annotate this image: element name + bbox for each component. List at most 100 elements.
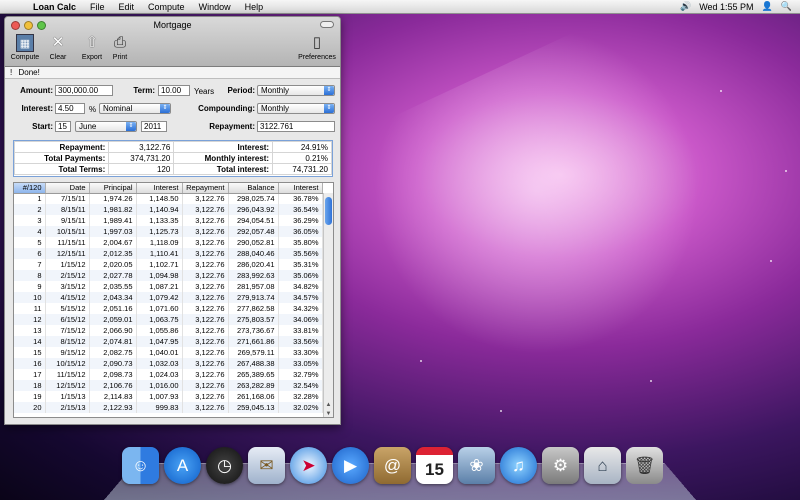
table-row[interactable]: 11 5/15/12 2,051.16 1,071.60 3,122.76 277,862… [14,303,323,314]
amount-field[interactable]: 300,000.00 [55,85,113,96]
repayment-field[interactable]: 3122.761 [257,121,335,132]
amortization-table[interactable]: #/120 Date Principal Interest Repayment Balan… [13,182,334,418]
compute-button[interactable]: ▦ Compute [8,34,42,61]
table-row[interactable]: 14 8/15/12 2,074.81 1,047.95 3,122.76 271,661… [14,336,323,347]
table-cell: 1/15/13 [45,391,90,402]
table-row[interactable]: 5 11/15/11 2,004.67 1,118.09 3,122.76 290,052… [14,237,323,248]
table-row[interactable]: 8 2/15/12 2,027.78 1,094.98 3,122.76 283,992.… [14,270,323,281]
table-cell: 3,122.76 [182,402,229,413]
loan-calc-icon[interactable]: ⌂ [584,447,621,484]
table-cell: 3,122.76 [182,204,229,215]
table-cell: 3,122.76 [182,369,229,380]
table-row[interactable]: 3 9/15/11 1,989.41 1,133.35 3,122.76 294,054.… [14,215,323,226]
table-cell: 34.57% [278,292,323,303]
summary-value: 24.91% [272,141,332,153]
table-cell: 12/15/12 [45,380,90,391]
spotlight-icon[interactable]: 🔍 [781,1,792,12]
system-preferences-icon[interactable]: ⚙ [542,447,579,484]
table-cell: 273,736.67 [228,325,279,336]
volume-icon[interactable]: 🔊 [680,1,691,12]
table-cell: 35.56% [278,248,323,259]
table-cell: 11/15/12 [45,369,90,380]
interest-type-select[interactable]: Nominal ⇕ [99,103,171,114]
menu-help[interactable]: Help [238,2,271,12]
column-header[interactable]: Principal [89,183,137,194]
column-header[interactable]: Interest [136,183,183,194]
table-cell: 296,043.92 [228,204,279,215]
column-header[interactable]: Repayment [182,183,229,194]
table-cell: 279,913.74 [228,292,279,303]
table-row[interactable]: 20 2/15/13 2,122.93 999.83 3,122.76 259,045.1… [14,402,323,413]
facetime-icon[interactable]: ▶ [332,447,369,484]
app-store-icon[interactable]: A [164,447,201,484]
print-button[interactable]: ⎙ Print [103,34,137,61]
period-select[interactable]: Monthly ⇕ [257,85,335,96]
compounding-select[interactable]: Monthly ⇕ [257,103,335,114]
table-cell: 3,122.76 [182,347,229,358]
table-row[interactable]: 10 4/15/12 2,043.34 1,079.42 3,122.76 279,913… [14,292,323,303]
start-month-select[interactable]: June ⇕ [75,121,137,132]
table-row[interactable]: 6 12/15/11 2,012.35 1,110.41 3,122.76 288,040… [14,248,323,259]
table-cell: 1,989.41 [89,215,137,226]
interest-field[interactable]: 4.50 [55,103,85,114]
mail-icon[interactable]: ✉ [248,447,285,484]
table-row[interactable]: 2 8/15/11 1,981.82 1,140.94 3,122.76 296,043.… [14,204,323,215]
table-cell: 1,125.73 [136,226,183,237]
summary-value: 3,122.76 [108,141,175,153]
table-row[interactable]: 16 10/15/12 2,090.73 1,032.03 3,122.76 267,48… [14,358,323,369]
column-header[interactable]: Interest [278,183,323,194]
printer-icon: ⎙ [113,34,126,51]
menu-file[interactable]: File [83,2,112,12]
table-cell: 3,122.76 [182,226,229,237]
table-cell: 20 [14,402,46,413]
table-cell: 14 [14,336,46,347]
clear-button[interactable]: ✕ Clear [41,34,75,61]
ical-icon[interactable]: 15 [416,447,453,484]
table-cell: 275,803.57 [228,314,279,325]
table-row[interactable]: 12 6/15/12 2,059.01 1,063.75 3,122.76 275,803… [14,314,323,325]
preferences-button[interactable]: ▯ Preferences [295,34,339,61]
table-row[interactable]: 7 1/15/12 2,020.05 1,102.71 3,122.76 286,020.… [14,259,323,270]
menu-window[interactable]: Window [192,2,238,12]
scroll-up-icon[interactable]: ▲ [324,402,333,410]
table-row[interactable]: 19 1/15/13 2,114.83 1,007.93 3,122.76 261,168… [14,391,323,402]
term-field[interactable]: 10.00 [158,85,190,96]
dashboard-icon[interactable]: ◷ [206,447,243,484]
table-row[interactable]: 9 3/15/12 2,035.55 1,087.21 3,122.76 281,957.… [14,281,323,292]
vertical-scrollbar[interactable]: ▲ ▼ [323,193,333,417]
start-day-field[interactable]: 15 [55,121,71,132]
toolbar-toggle-button[interactable] [320,21,334,28]
table-row[interactable]: 1 7/15/11 1,974.26 1,148.50 3,122.76 298,025.… [14,193,323,204]
table-cell: 3,122.76 [182,270,229,281]
table-cell: 281,957.08 [228,281,279,292]
table-cell: 3,122.76 [182,215,229,226]
menu-compute[interactable]: Compute [141,2,192,12]
summary-label: Total Payments: [13,152,110,164]
start-year-field[interactable]: 2011 [141,121,167,132]
menu-app[interactable]: Loan Calc [26,2,83,12]
itunes-icon[interactable]: ♫ [500,447,537,484]
table-row[interactable]: 17 11/15/12 2,098.73 1,024.03 3,122.76 265,38… [14,369,323,380]
table-cell: 3,122.76 [182,391,229,402]
column-header[interactable]: Balance [228,183,279,194]
iphoto-icon[interactable]: ❀ [458,447,495,484]
user-icon[interactable]: 👤 [762,1,773,12]
scroll-thumb[interactable] [325,197,332,225]
column-header[interactable]: Date [45,183,90,194]
table-row[interactable]: 18 12/15/12 2,106.76 1,016.00 3,122.76 263,28… [14,380,323,391]
table-row[interactable]: 4 10/15/11 1,997.03 1,125.73 3,122.76 292,057… [14,226,323,237]
table-cell: 1,981.82 [89,204,137,215]
table-cell: 33.30% [278,347,323,358]
menubar-clock[interactable]: Wed 1:55 PM [699,2,753,12]
summary-row: Total Payments: 374,731.20 Monthly interes… [13,152,332,164]
scroll-down-icon[interactable]: ▼ [324,411,333,417]
trash-icon[interactable]: 🗑 [626,447,663,484]
table-row[interactable]: 15 9/15/12 2,082.75 1,040.01 3,122.76 269,579… [14,347,323,358]
table-row[interactable]: 13 7/15/12 2,066.90 1,055.86 3,122.76 273,736… [14,325,323,336]
table-cell: 292,057.48 [228,226,279,237]
finder-icon[interactable]: ☺ [122,447,159,484]
menu-edit[interactable]: Edit [112,2,142,12]
safari-icon[interactable]: ➤ [290,447,327,484]
column-header[interactable]: #/120 [14,183,46,194]
address-book-icon[interactable]: @ [374,447,411,484]
